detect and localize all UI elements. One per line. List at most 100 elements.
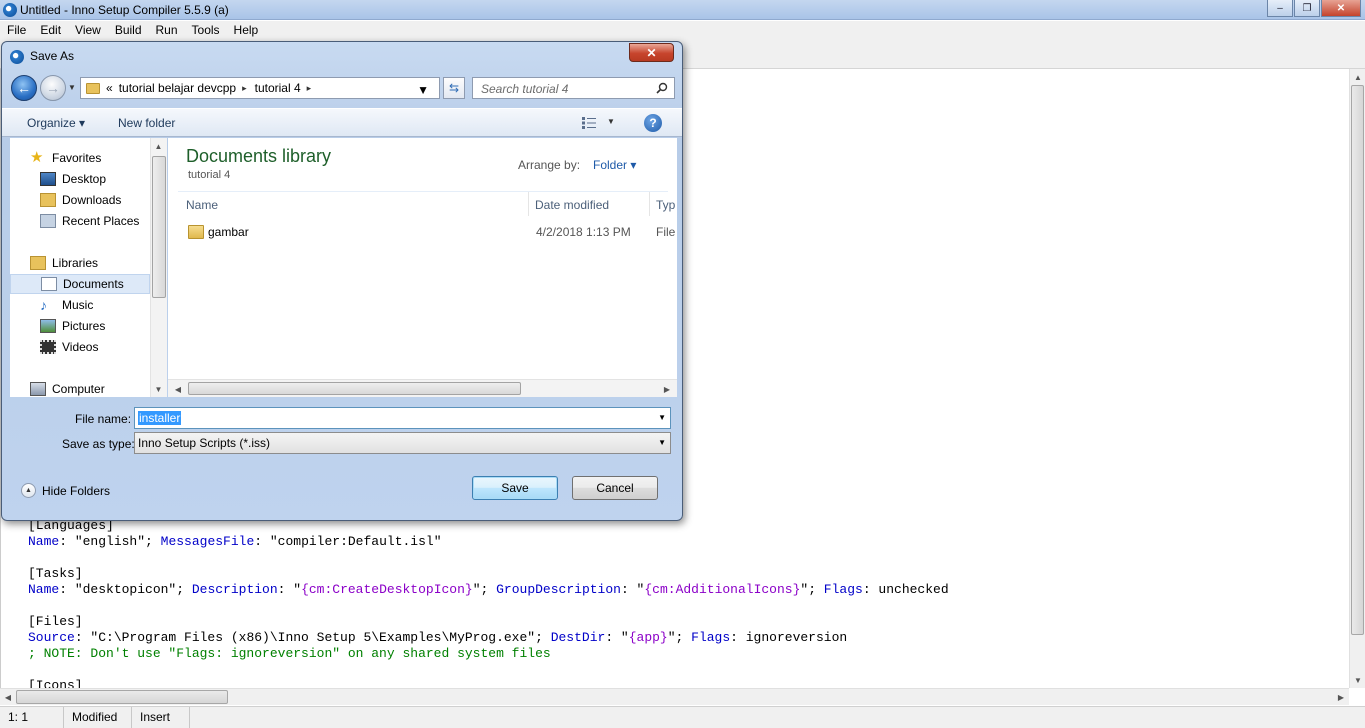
downloads-icon: [40, 193, 56, 207]
menu-view[interactable]: View: [68, 21, 108, 41]
editor-vertical-scrollbar[interactable]: ▲ ▼: [1349, 69, 1365, 688]
editor-horizontal-scrollbar[interactable]: ◀ ▶: [0, 688, 1349, 705]
nav-music-label: Music: [62, 298, 94, 312]
nav-libraries-label: Libraries: [52, 256, 99, 270]
nav-favorites-label: Favorites: [52, 151, 102, 165]
nav-desktop[interactable]: Desktop: [10, 169, 150, 189]
column-header-name[interactable]: Name: [180, 192, 528, 216]
nav-scroll-thumb[interactable]: [152, 156, 166, 298]
save-as-dialog: Save As ✕ ← → ▼ « tutorial belajar devcp…: [1, 41, 683, 521]
file-scroll-left-icon[interactable]: ◀: [170, 381, 186, 397]
navigation-scrollbar[interactable]: ▲ ▼: [150, 138, 167, 397]
code-token: [Tasks]: [28, 566, 83, 581]
nav-libraries[interactable]: Libraries: [10, 253, 150, 273]
address-dropdown-icon[interactable]: ▼: [417, 83, 429, 97]
nav-favorites[interactable]: ★ Favorites: [10, 148, 150, 168]
vertical-scroll-thumb[interactable]: [1351, 85, 1364, 635]
file-list-horizontal-scrollbar[interactable]: ◀ ▶: [168, 379, 677, 397]
new-folder-button[interactable]: New folder: [118, 116, 175, 130]
cancel-button[interactable]: Cancel: [572, 476, 658, 500]
horizontal-scroll-thumb[interactable]: [16, 690, 228, 704]
file-row[interactable]: gambar 4/2/2018 1:13 PM File: [178, 222, 677, 244]
search-icon[interactable]: [656, 82, 668, 94]
menu-tools[interactable]: Tools: [185, 21, 227, 41]
hide-folders-button[interactable]: ▲ Hide Folders: [21, 483, 110, 498]
file-date: 4/2/2018 1:13 PM: [536, 225, 631, 239]
nav-pictures-label: Pictures: [62, 319, 106, 333]
statusbar: 1: 1 Modified Insert: [0, 706, 1365, 728]
code-line[interactable]: [Files]: [28, 614, 949, 630]
scroll-right-arrow-icon[interactable]: ▶: [1333, 689, 1349, 705]
address-bar[interactable]: « tutorial belajar devcpp ▸ tutorial 4 ▸…: [80, 77, 440, 99]
file-scroll-right-icon[interactable]: ▶: [659, 381, 675, 397]
organize-button[interactable]: Organize ▾: [27, 116, 85, 130]
breadcrumb-tutorial-belajar-devcpp[interactable]: tutorial belajar devcpp: [119, 81, 236, 95]
breadcrumb-separator-icon[interactable]: ▸: [307, 83, 312, 94]
code-line[interactable]: ; NOTE: Don't use "Flags: ignoreversion"…: [28, 646, 949, 662]
scroll-up-arrow-icon[interactable]: ▲: [1350, 69, 1365, 85]
minimize-button[interactable]: –: [1267, 0, 1293, 17]
file-name-dropdown-icon[interactable]: ▼: [658, 413, 666, 422]
breadcrumb-tutorial-4[interactable]: tutorial 4: [255, 81, 301, 95]
nav-downloads[interactable]: Downloads: [10, 190, 150, 210]
code-token: Flags: [823, 582, 863, 597]
menu-help[interactable]: Help: [227, 21, 266, 41]
command-bar: Organize ▾ New folder ▼ ?: [2, 108, 682, 137]
nav-recent-places[interactable]: Recent Places: [10, 211, 150, 231]
back-arrow-icon[interactable]: ←: [11, 75, 37, 101]
change-view-icon[interactable]: [582, 117, 596, 129]
code-line[interactable]: Name: "english"; MessagesFile: "compiler…: [28, 534, 949, 550]
breadcrumb-overflow[interactable]: «: [106, 81, 113, 95]
code-line[interactable]: [Tasks]: [28, 566, 949, 582]
file-name-input[interactable]: installer ▼: [134, 407, 671, 429]
navigation-pane: ★ Favorites Desktop Downloads Recent Pla…: [10, 138, 167, 397]
breadcrumb-separator-icon[interactable]: ▸: [242, 83, 247, 94]
recent-locations-dropdown-icon[interactable]: ▼: [68, 83, 76, 92]
code-token: ";: [472, 582, 497, 597]
nav-documents[interactable]: Documents: [10, 274, 150, 294]
code-token: MessagesFile: [160, 534, 255, 549]
save-as-type-select[interactable]: Inno Setup Scripts (*.iss) ▼: [134, 432, 671, 454]
code-token: {cm:CreateDesktopIcon}: [301, 582, 473, 597]
file-name-value[interactable]: installer: [138, 411, 182, 425]
nav-videos[interactable]: Videos: [10, 337, 150, 357]
nav-computer[interactable]: Computer: [10, 379, 150, 397]
help-icon[interactable]: ?: [644, 114, 662, 132]
refresh-icon[interactable]: ⇆: [443, 77, 465, 99]
music-icon: ♪: [40, 297, 47, 313]
menu-edit[interactable]: Edit: [33, 21, 68, 41]
nav-scroll-up-icon[interactable]: ▲: [151, 138, 166, 154]
forward-arrow-icon[interactable]: →: [40, 75, 66, 101]
videos-icon: [40, 340, 56, 354]
code-token: : unchecked: [862, 582, 949, 597]
file-scroll-thumb[interactable]: [188, 382, 521, 395]
nav-music[interactable]: ♪ Music: [10, 295, 150, 315]
menu-build[interactable]: Build: [108, 21, 149, 41]
arrange-by-dropdown[interactable]: Folder ▾: [593, 158, 636, 172]
code-token: : "english";: [59, 534, 161, 549]
dialog-title: Save As: [30, 49, 75, 63]
column-header-type[interactable]: Typ: [649, 192, 677, 216]
save-button[interactable]: Save: [472, 476, 558, 500]
code-line[interactable]: Source: "C:\Program Files (x86)\Inno Set…: [28, 630, 949, 646]
menu-file[interactable]: File: [0, 21, 33, 41]
search-input[interactable]: Search tutorial 4: [472, 77, 675, 99]
code-line[interactable]: Name: "desktopicon"; Description: "{cm:C…: [28, 582, 949, 598]
views-dropdown-icon[interactable]: ▼: [607, 117, 615, 126]
code-area[interactable]: [Languages] Name: "english"; MessagesFile…: [28, 518, 949, 694]
window-controls: – ❐ ✕: [1267, 0, 1361, 17]
column-header-date-modified[interactable]: Date modified: [528, 192, 648, 216]
scroll-left-arrow-icon[interactable]: ◀: [0, 689, 16, 705]
close-button[interactable]: ✕: [1321, 0, 1361, 17]
code-line[interactable]: [28, 550, 949, 566]
nav-scroll-down-icon[interactable]: ▼: [151, 381, 166, 397]
dialog-close-button[interactable]: ✕: [629, 43, 674, 62]
code-token: Flags: [691, 630, 731, 645]
code-line[interactable]: [28, 598, 949, 614]
nav-pictures[interactable]: Pictures: [10, 316, 150, 336]
save-as-type-dropdown-icon[interactable]: ▼: [658, 438, 666, 447]
maximize-button[interactable]: ❐: [1294, 0, 1320, 17]
scroll-down-arrow-icon[interactable]: ▼: [1350, 672, 1365, 688]
code-line[interactable]: [28, 662, 949, 678]
menu-run[interactable]: Run: [149, 21, 185, 41]
